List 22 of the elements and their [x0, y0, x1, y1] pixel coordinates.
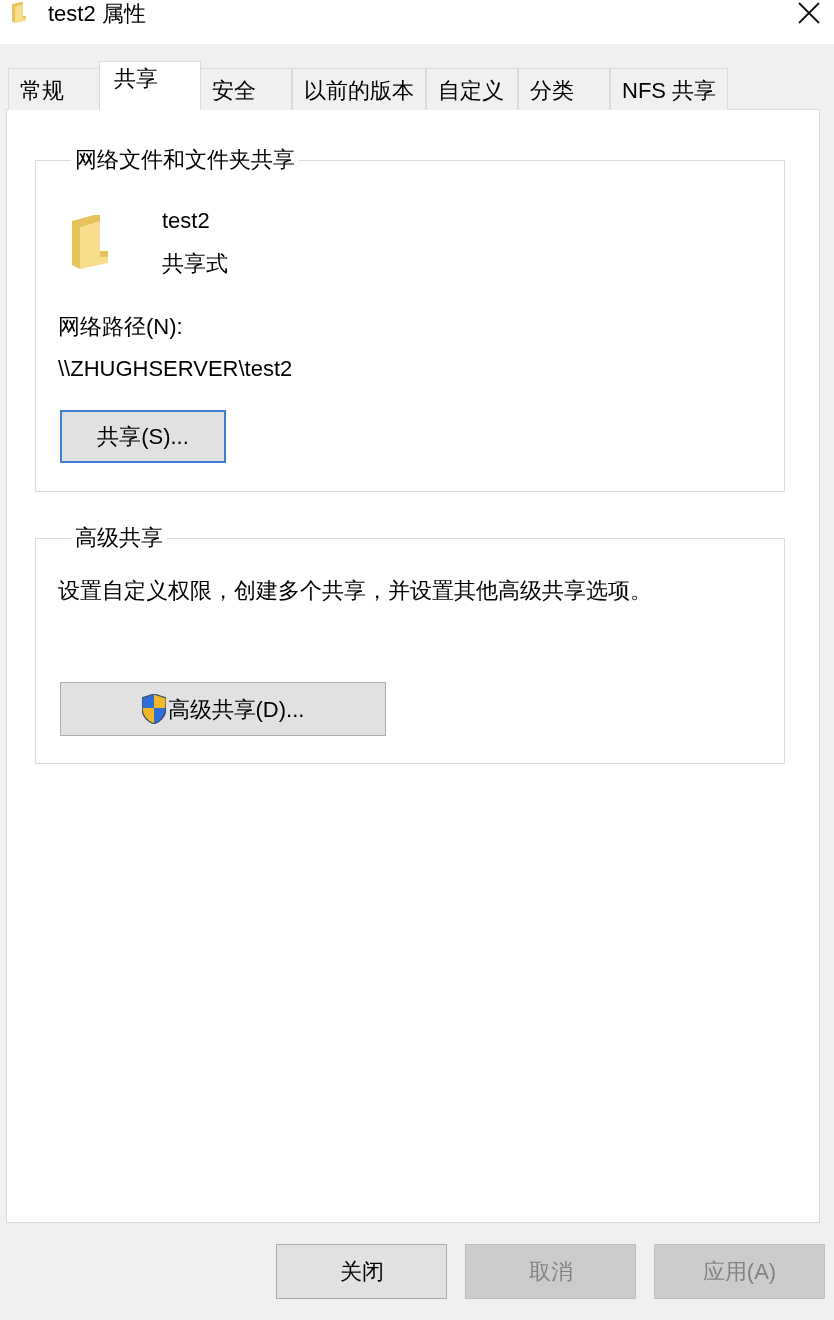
- group-title: 高级共享: [74, 525, 164, 551]
- group-title: 网络文件和文件夹共享: [74, 147, 296, 173]
- dialog-button[interactable]: 关闭: [276, 1244, 447, 1299]
- advanced-sharing-description: 设置自定义权限，创建多个共享，并设置其他高级共享选项。: [58, 577, 653, 605]
- folder-name: test2: [162, 207, 211, 235]
- tab[interactable]: 共享: [99, 61, 201, 110]
- close-icon[interactable]: [798, 2, 820, 24]
- share-status: 共享式: [162, 250, 228, 278]
- tab[interactable]: NFS 共享: [610, 68, 729, 110]
- tab[interactable]: 自定义: [426, 68, 518, 110]
- network-path: \\ZHUGHSERVER\test2: [58, 355, 293, 383]
- folder-icon: [72, 215, 108, 269]
- tab[interactable]: 安全: [200, 68, 292, 110]
- share-button[interactable]: 共享(S)...: [60, 410, 226, 463]
- window-title: test2 属性: [48, 0, 146, 28]
- advanced-sharing-button[interactable]: 高级共享(D)...: [60, 682, 386, 736]
- tab[interactable]: 以前的版本: [292, 68, 426, 110]
- shield-icon: [141, 694, 166, 724]
- folder-icon: [12, 2, 26, 23]
- tab[interactable]: 常规: [8, 68, 100, 110]
- tab[interactable]: 分类: [518, 68, 610, 110]
- network-path-label: 网络路径(N):: [58, 313, 183, 341]
